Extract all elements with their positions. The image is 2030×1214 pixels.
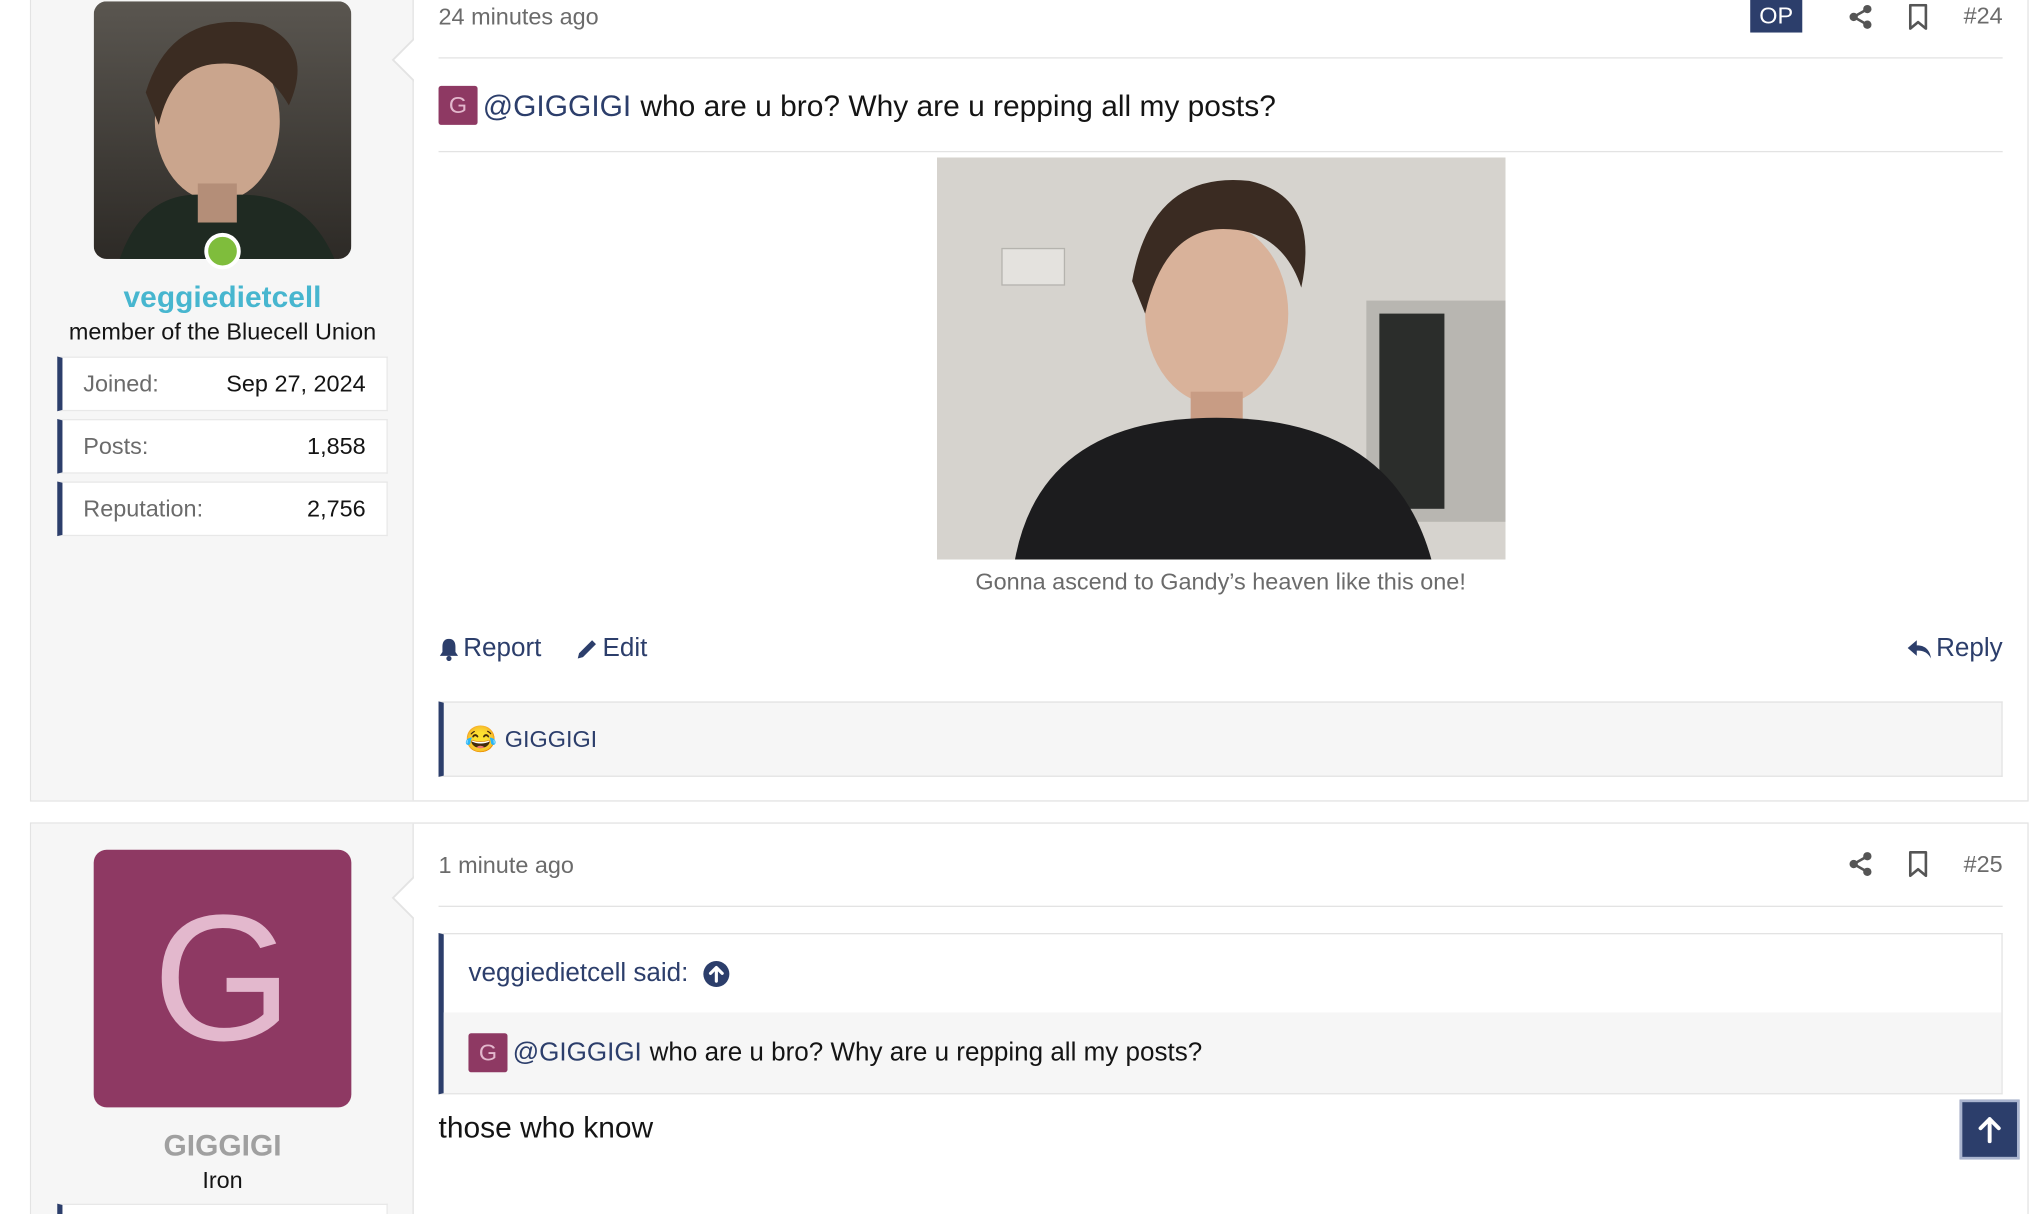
image-caption: Gonna ascend to Gandy’s heaven like this… (975, 568, 1466, 595)
user-info-panel: G GIGGIGI Iron (31, 823, 414, 1214)
speech-arrow (391, 875, 416, 921)
bookmark-icon[interactable] (1904, 850, 1933, 879)
stat-value: 1,858 (307, 432, 366, 459)
pencil-icon (577, 639, 597, 658)
stat-posts: Posts: 1,858 (57, 419, 388, 474)
arrow-up-icon (1978, 1117, 2001, 1144)
user-info-panel: veggiedietcell member of the Bluecell Un… (31, 0, 414, 801)
divider (438, 905, 2003, 907)
stat-label: Reputation: (83, 495, 204, 522)
edit-label: Edit (602, 633, 648, 663)
post-actions: Report Edit Reply (439, 634, 2003, 664)
post-body: G @GIGGIGI who are u bro? Why are u repp… (438, 85, 1276, 125)
post-body: those who know (439, 1110, 654, 1145)
stat-box (57, 1203, 388, 1214)
edit-button[interactable]: Edit (575, 634, 647, 664)
post-number[interactable]: #24 (1964, 3, 2003, 30)
quote-text: who are u bro? Why are u repping all my … (649, 1037, 1203, 1067)
online-status-indicator (204, 232, 241, 270)
message-panel: 1 minute ago #25 veggiedietcell said: G (391, 824, 2028, 1214)
stat-label: Joined: (83, 370, 159, 397)
post-text: those who know (438, 1109, 654, 1144)
mention-avatar: G (468, 1033, 508, 1073)
share-icon[interactable] (1846, 2, 1875, 31)
speech-arrow (391, 37, 416, 82)
reply-icon (1907, 639, 1931, 658)
mention-avatar: G (438, 85, 478, 125)
quote-content: G @GIGGIGI who are u bro? Why are u repp… (443, 1012, 2002, 1094)
stat-label: Posts: (83, 432, 149, 459)
post-meta-actions: OP #24 (1750, 0, 2003, 33)
stat-value: 2,756 (307, 495, 366, 522)
divider (438, 57, 2003, 59)
user-title: member of the Bluecell Union (68, 318, 377, 345)
attached-photo[interactable] (936, 157, 1506, 560)
stat-joined: Joined: Sep 27, 2024 (57, 356, 388, 412)
quote-header[interactable]: veggiedietcell said: (444, 934, 2002, 1012)
report-button[interactable]: Report (439, 633, 542, 664)
divider (438, 150, 2003, 153)
avatar[interactable]: G (93, 849, 352, 1108)
report-label: Report (463, 633, 542, 663)
stat-reputation: Reputation: 2,756 (57, 481, 388, 537)
bell-icon (439, 638, 459, 661)
post-meta-actions: #25 (1826, 850, 2003, 879)
post-25: G GIGGIGI Iron 1 minute ago #25 veggiedi… (29, 822, 2029, 1214)
reaction-user[interactable]: GIGGIGI (505, 725, 597, 752)
scroll-to-top-button[interactable] (1959, 1099, 2020, 1160)
user-title: Iron (202, 1167, 243, 1194)
quote-author[interactable]: veggiedietcell said: (468, 958, 688, 988)
avatar[interactable] (93, 1, 352, 259)
share-icon[interactable] (1846, 850, 1875, 879)
post-time[interactable]: 1 minute ago (439, 852, 574, 879)
op-badge: OP (1750, 0, 1803, 33)
reply-button[interactable]: Reply (1906, 633, 2003, 664)
quote-block: veggiedietcell said: G @GIGGIGI who are … (438, 933, 2003, 1095)
post-time[interactable]: 24 minutes ago (439, 4, 599, 31)
arrow-up-circle-icon (703, 960, 730, 987)
laughing-emoji-icon: 😂 (464, 725, 497, 755)
avatar-initial: G (152, 877, 293, 1079)
bookmark-icon[interactable] (1904, 2, 1933, 31)
post-text: who are u bro? Why are u repping all my … (640, 87, 1276, 122)
stat-value: Sep 27, 2024 (226, 370, 366, 397)
mention-link[interactable]: @GIGGIGI (483, 88, 631, 123)
message-panel: 24 minutes ago OP #24 G @GIGGIGI who are… (391, 0, 2028, 800)
mention-link[interactable]: @GIGGIGI (513, 1038, 642, 1068)
post-number[interactable]: #25 (1964, 850, 2003, 877)
reactions-bar[interactable]: 😂 GIGGIGI (438, 701, 2003, 777)
username[interactable]: veggiedietcell (31, 280, 414, 315)
reply-label: Reply (1936, 633, 2003, 663)
post-24: veggiedietcell member of the Bluecell Un… (29, 0, 2029, 802)
username[interactable]: GIGGIGI (31, 1128, 414, 1163)
